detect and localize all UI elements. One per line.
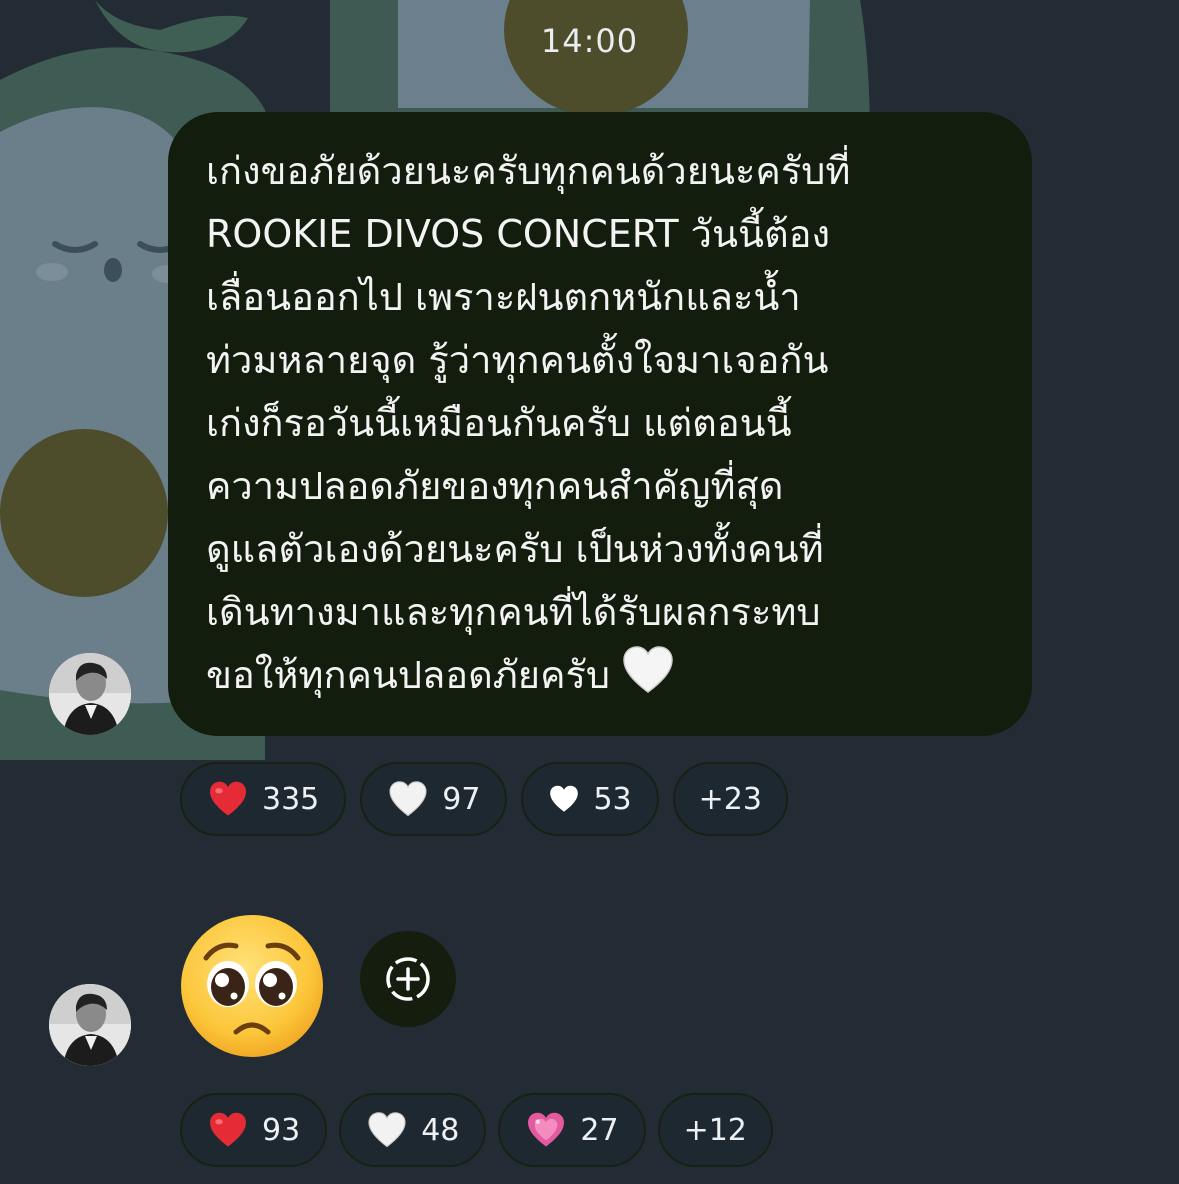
message-reactions: 335 97 53 +23 [180, 762, 788, 836]
reaction-count: 93 [262, 1112, 301, 1148]
more-reactions-count: +23 [698, 781, 762, 817]
white-heart-icon [389, 781, 427, 817]
reaction-white-heart[interactable]: 48 [339, 1093, 487, 1167]
reaction-red-heart[interactable]: 93 [180, 1093, 328, 1167]
message-text: เก่งขอภัยด้วยนะครับทุกคนด้วยนะครับที่ RO… [206, 149, 851, 697]
white-heart-icon [623, 646, 673, 693]
reaction-small-white-heart[interactable]: 53 [521, 762, 659, 836]
message-timestamp: 14:00 [540, 22, 639, 60]
more-reactions-count: +12 [683, 1112, 747, 1148]
reaction-count: 335 [262, 781, 320, 817]
reaction-white-heart[interactable]: 97 [360, 762, 508, 836]
message-reactions: 93 48 27 +12 [180, 1093, 773, 1167]
reaction-red-heart[interactable]: 335 [180, 762, 347, 836]
more-reactions-button[interactable]: +23 [672, 762, 788, 836]
more-reactions-button[interactable]: +12 [657, 1093, 773, 1167]
add-reaction-button[interactable] [360, 931, 456, 1027]
reaction-count: 27 [580, 1112, 619, 1148]
pleading-face-icon[interactable] [178, 912, 326, 1060]
avatar-photo [49, 984, 131, 1066]
reaction-count: 97 [442, 781, 481, 817]
white-heart-icon [368, 1112, 406, 1148]
avatar-photo [49, 653, 131, 735]
sender-avatar[interactable] [49, 984, 131, 1066]
reaction-count: 48 [421, 1112, 460, 1148]
red-heart-icon [210, 1112, 246, 1147]
sender-avatar[interactable] [49, 653, 131, 735]
reaction-pink-heart[interactable]: 27 [498, 1093, 646, 1167]
pink-heart-icon [528, 1112, 565, 1147]
red-heart-icon [210, 781, 246, 816]
reaction-count: 53 [593, 781, 632, 817]
add-reaction-icon [386, 957, 430, 1001]
message-bubble[interactable]: เก่งขอภัยด้วยนะครับทุกคนด้วยนะครับที่ RO… [168, 112, 1032, 736]
small-white-heart-icon [550, 785, 579, 812]
